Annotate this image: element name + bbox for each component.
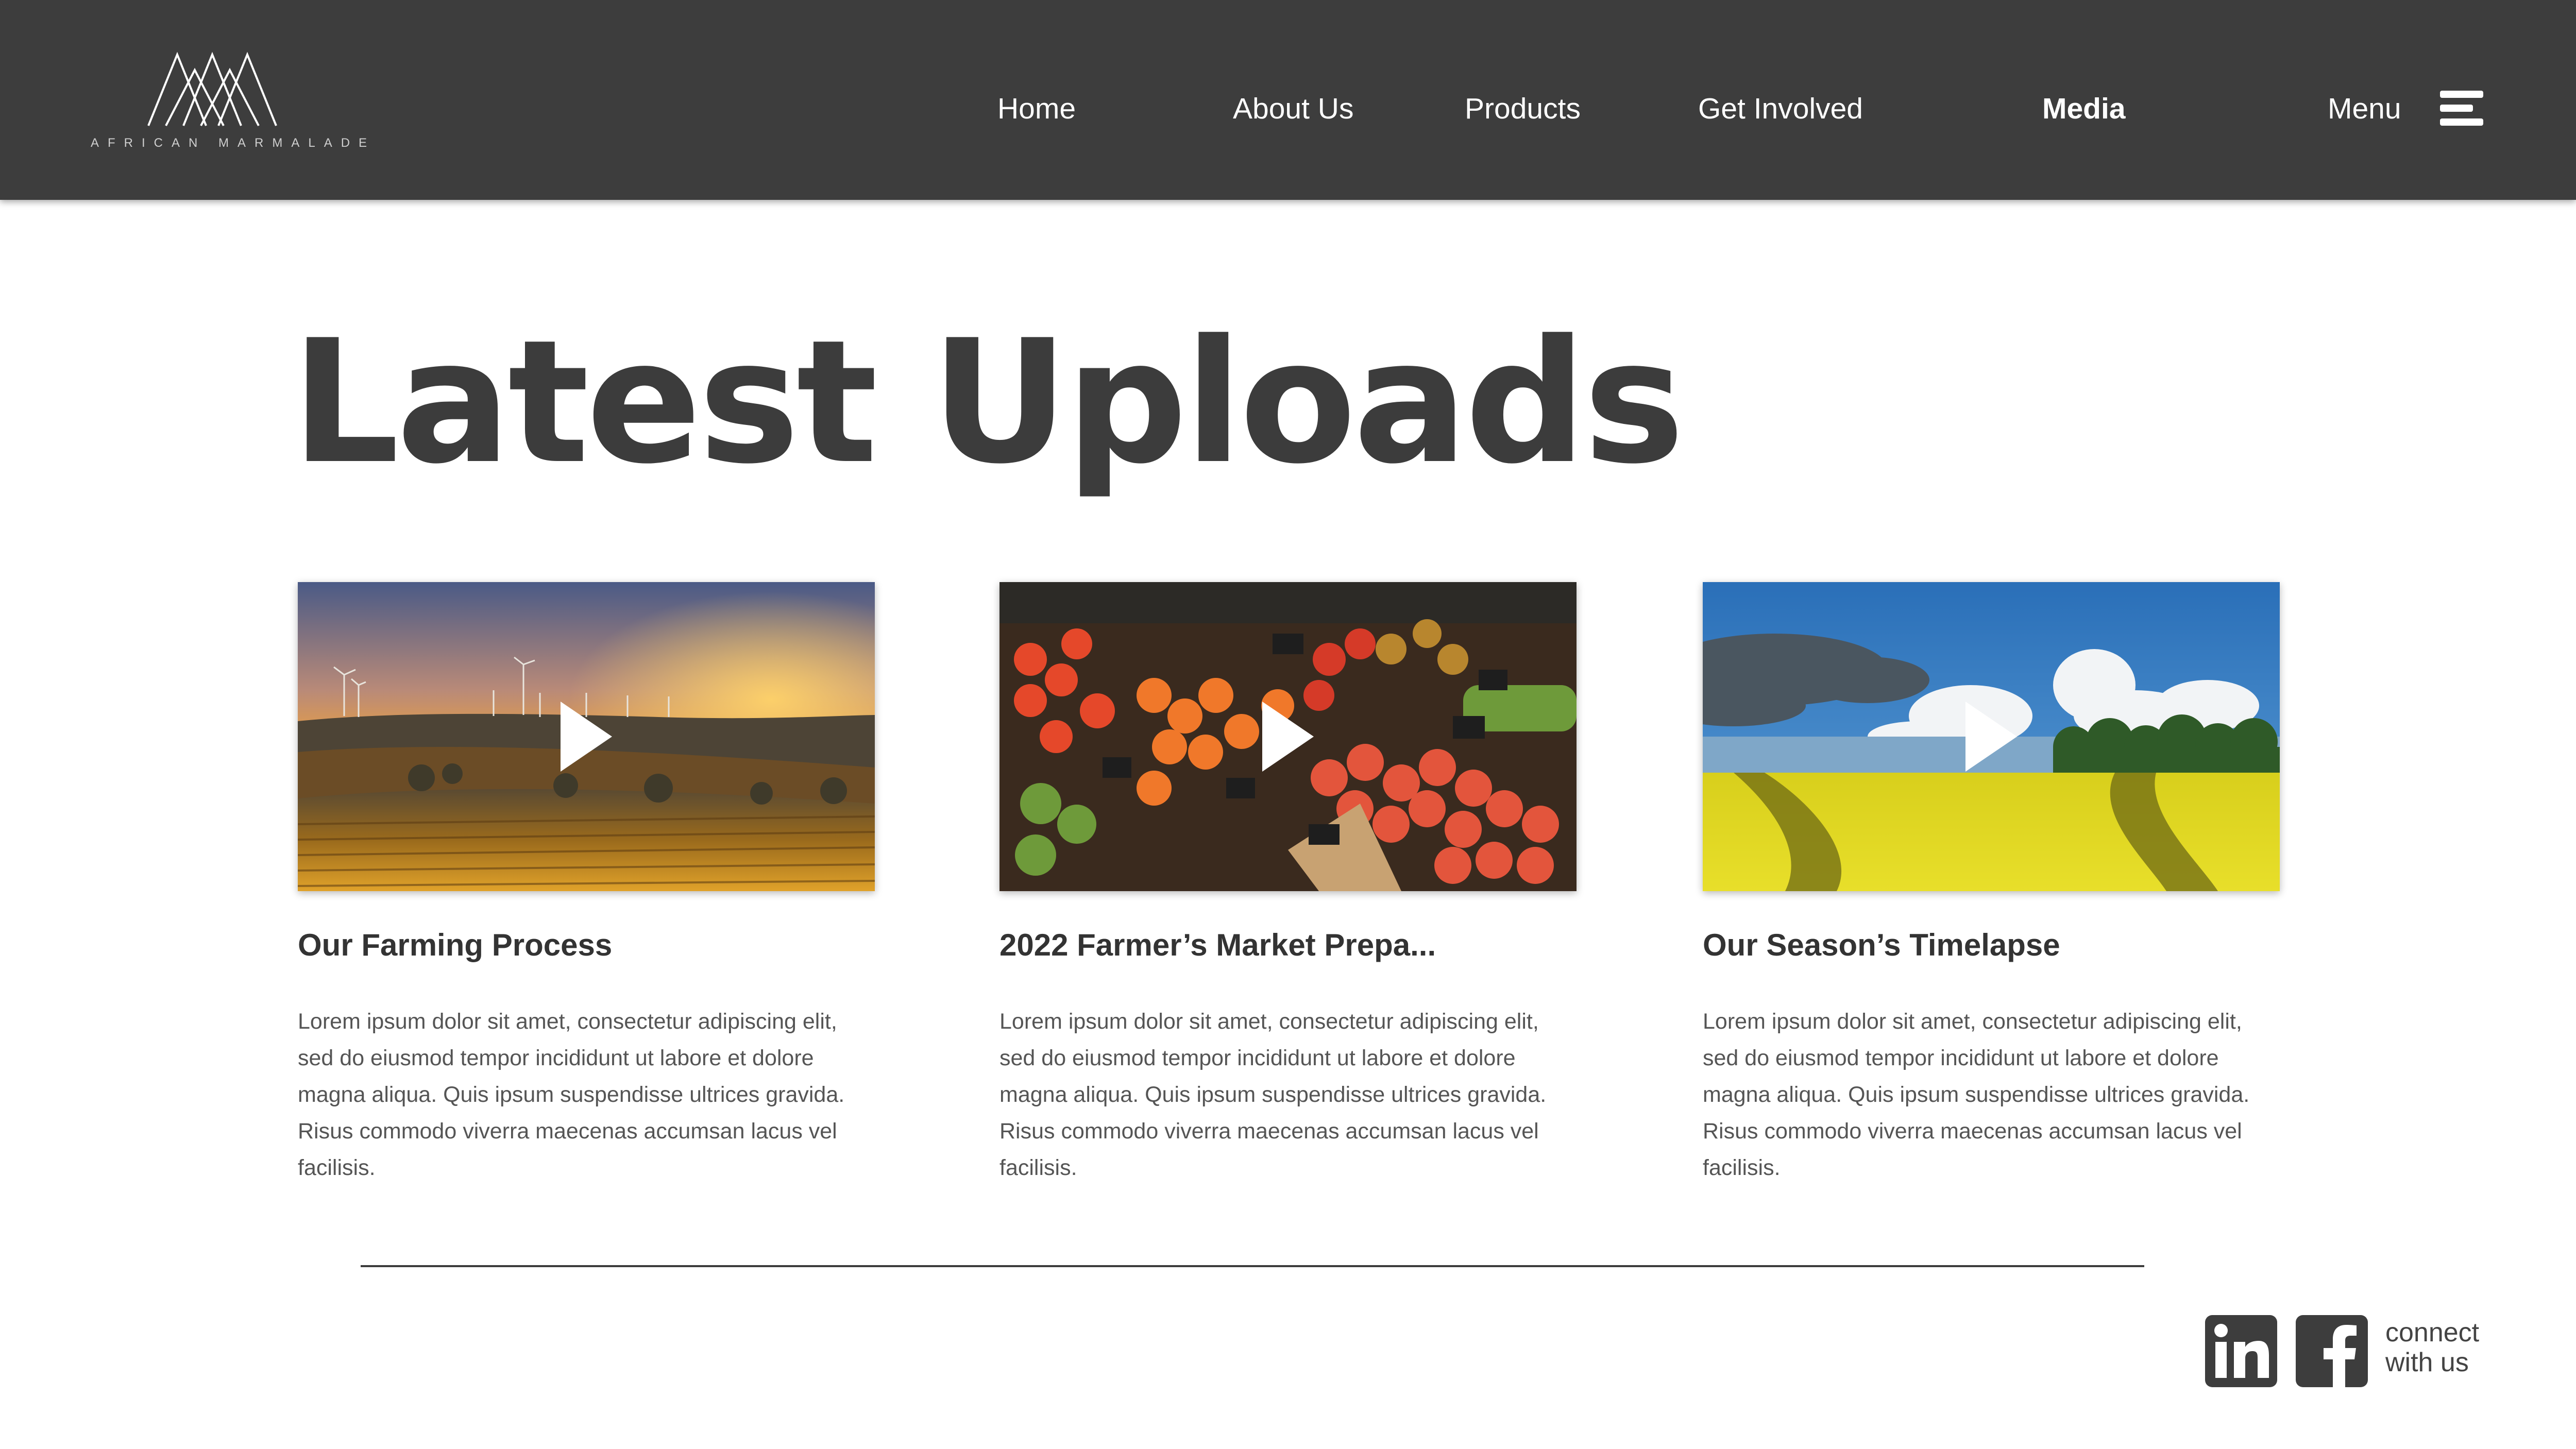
page-title: Latest Uploads [291,303,1685,501]
video-title[interactable]: Our Farming Process [298,927,885,963]
nav-home[interactable]: Home [997,91,1076,127]
facebook-icon[interactable] [2296,1315,2368,1387]
video-card: 2022 Farmer’s Market Prepa... Lorem ipsu… [999,582,1577,1180]
site-header: AFRICAN MARMALADE Home About Us Products… [0,0,2576,200]
video-title[interactable]: Our Season’s Timelapse [1703,927,2290,963]
video-thumbnail[interactable] [1703,582,2280,891]
play-icon[interactable] [561,702,612,772]
hamburger-icon[interactable] [2440,91,2483,126]
video-thumbnail[interactable] [298,582,875,891]
nav-media[interactable]: Media [2042,91,2126,127]
brand-logo[interactable]: AFRICAN MARMALADE [91,49,376,152]
video-description: Lorem ipsum dolor sit amet, consectetur … [1703,1009,2250,1180]
nav-products[interactable]: Products [1465,91,1581,127]
connect-with-us-text: connect with us [2385,1318,2561,1377]
video-card: Our Farming Process Lorem ipsum dolor si… [298,582,875,1180]
nav-get-involved[interactable]: Get Involved [1698,91,1863,127]
logo-wordmark: AFRICAN MARMALADE [91,136,376,150]
connect-line-2: with us [2385,1348,2469,1377]
video-description: Lorem ipsum dolor sit amet, consectetur … [999,1009,1547,1180]
linkedin-icon[interactable] [2205,1315,2277,1387]
video-title[interactable]: 2022 Farmer’s Market Prepa... [999,927,1587,963]
footer-divider [361,1265,2144,1267]
play-icon[interactable] [1262,702,1314,772]
video-description: Lorem ipsum dolor sit amet, consectetur … [298,1009,845,1180]
video-thumbnail[interactable] [999,582,1577,891]
menu-label[interactable]: Menu [2328,91,2401,127]
video-card: Our Season’s Timelapse Lorem ipsum dolor… [1703,582,2280,1180]
connect-line-1: connect [2385,1318,2480,1348]
nav-about-us[interactable]: About Us [1233,91,1353,127]
play-icon[interactable] [1965,702,2017,772]
mountain-logo-icon [147,52,277,126]
